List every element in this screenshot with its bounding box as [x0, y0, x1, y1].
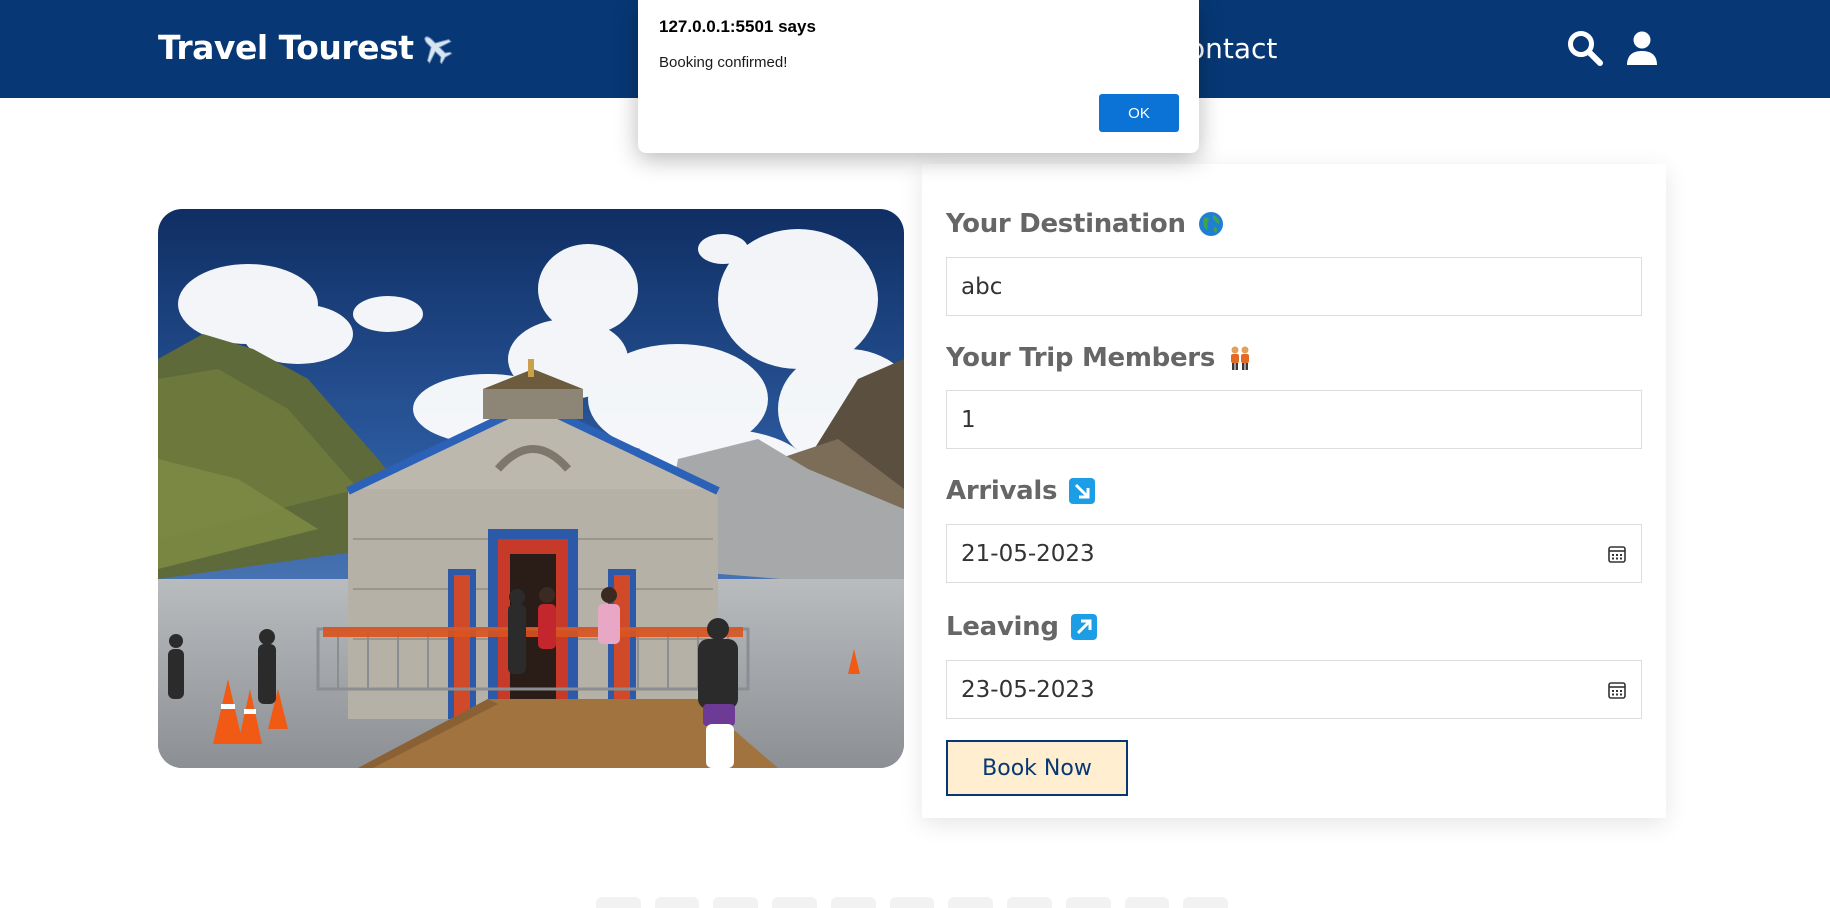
brand-name: Travel Tourest [158, 28, 414, 67]
user-icon[interactable] [1623, 29, 1661, 67]
book-now-button[interactable]: Book Now [946, 740, 1128, 796]
booking-form-card: Your Destination abc Your Trip Members 1… [922, 164, 1666, 818]
destination-label-text: Your Destination [946, 209, 1186, 239]
brand-logo[interactable]: Travel Tourest [158, 28, 454, 67]
arrivals-label: Arrivals [946, 476, 1096, 506]
temple-photo [158, 209, 904, 768]
destination-label: Your Destination [946, 209, 1224, 239]
globe-icon [1198, 212, 1223, 236]
destination-input[interactable]: abc [946, 257, 1642, 316]
search-icon[interactable] [1566, 29, 1604, 67]
members-label-text: Your Trip Members [946, 343, 1216, 373]
leaving-label-text: Leaving [946, 612, 1059, 642]
dialog-title: 127.0.0.1:5501 says [659, 17, 816, 36]
leaving-date-value: 23-05-2023 [961, 676, 1095, 703]
ok-button[interactable]: OK [1099, 94, 1179, 132]
temple-photo-illustration [158, 209, 904, 768]
arrivals-date-input[interactable]: 21-05-2023 [946, 524, 1642, 583]
nav-link-contact[interactable]: ontact [1188, 32, 1277, 65]
arrow-up-right-icon [1070, 614, 1097, 640]
members-input[interactable]: 1 [946, 390, 1642, 449]
members-label: Your Trip Members [946, 343, 1253, 373]
arrow-down-right-icon [1069, 478, 1096, 504]
leaving-date-input[interactable]: 23-05-2023 [946, 660, 1642, 719]
dialog-message: Booking confirmed! [659, 54, 788, 71]
people-icon [1231, 346, 1250, 370]
calendar-icon[interactable] [1607, 680, 1627, 700]
next-section-hint [596, 897, 1229, 908]
airplane-icon [423, 35, 452, 64]
arrivals-label-text: Arrivals [946, 476, 1058, 506]
leaving-label: Leaving [946, 612, 1097, 642]
calendar-icon[interactable] [1607, 544, 1627, 564]
arrivals-date-value: 21-05-2023 [961, 540, 1095, 567]
alert-dialog: 127.0.0.1:5501 says Booking confirmed! O… [638, 0, 1199, 153]
